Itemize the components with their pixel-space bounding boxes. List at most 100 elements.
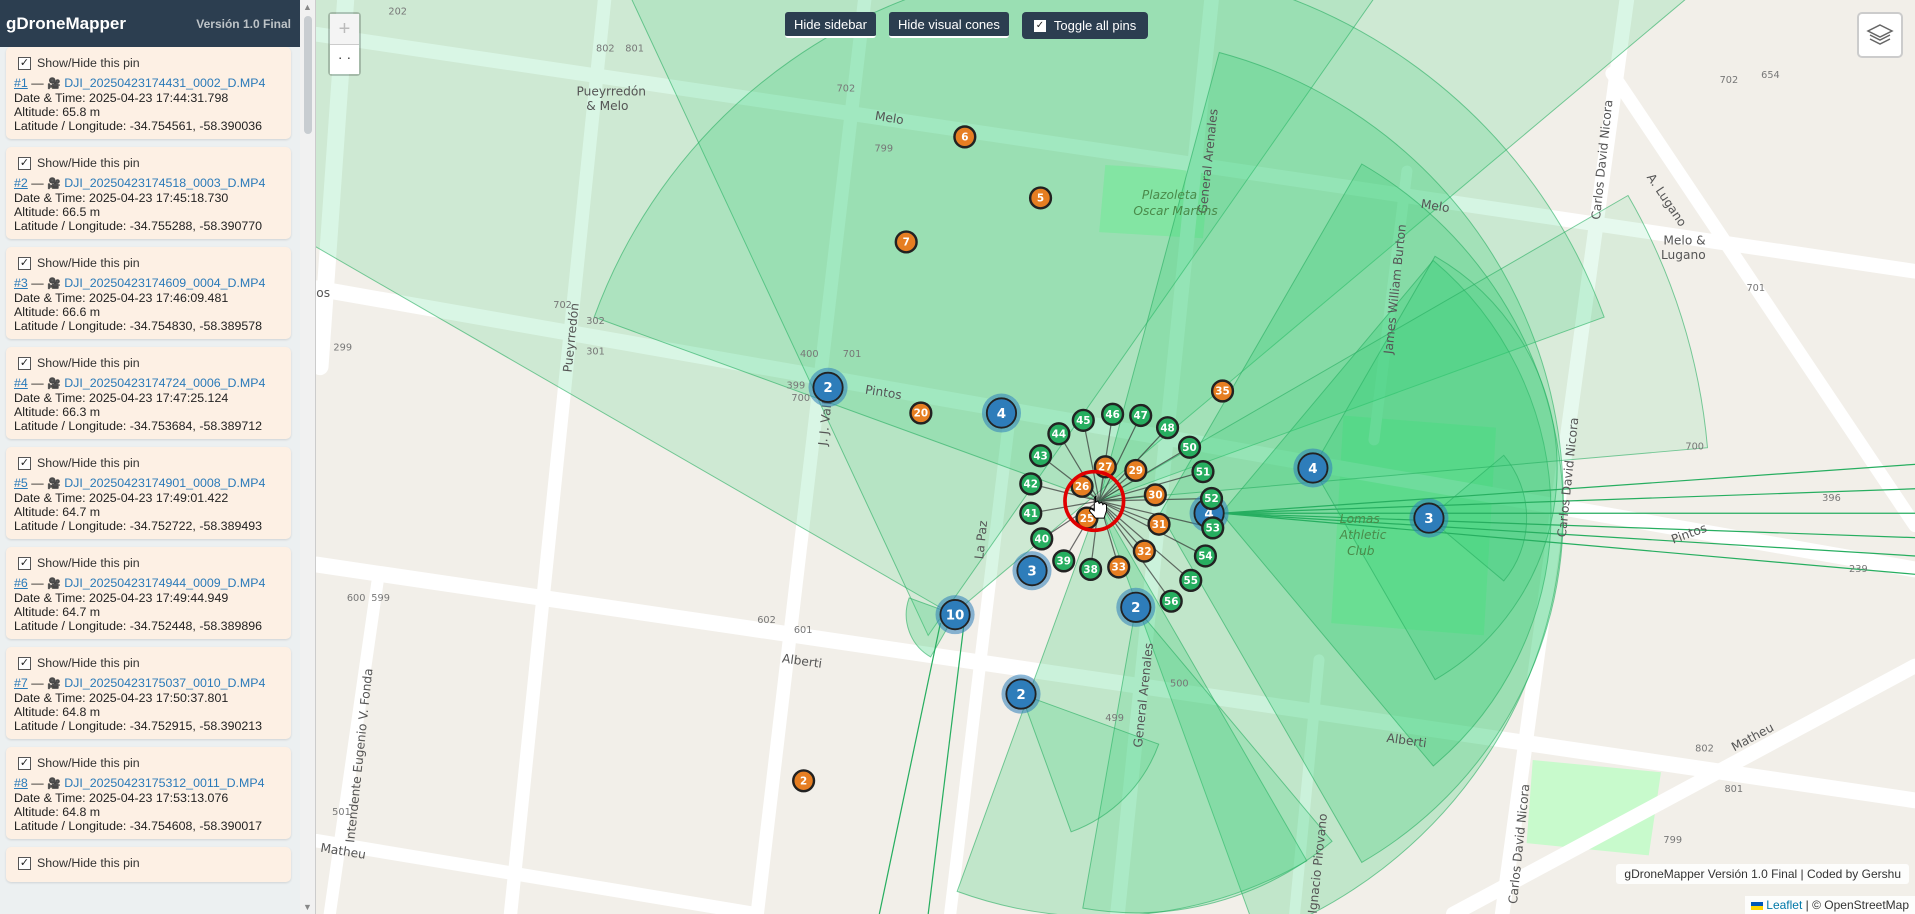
pin-number-link[interactable]: #7: [14, 676, 28, 690]
cluster-marker[interactable]: 3: [1409, 498, 1449, 538]
cluster-marker[interactable]: 4: [1293, 448, 1333, 488]
marker-label: 32: [1137, 546, 1151, 558]
house-number: 301: [586, 346, 605, 357]
pin-file-link[interactable]: DJI_20250423174901_0008_D.MP4: [64, 476, 265, 490]
pin-file-link[interactable]: DJI_20250423174431_0002_D.MP4: [64, 76, 265, 90]
marker-label: 3: [1027, 565, 1036, 580]
pin-file-link[interactable]: DJI_20250423174724_0006_D.MP4: [64, 376, 265, 390]
drone-pin-green[interactable]: 51: [1191, 460, 1215, 484]
hide-visual-cones-button[interactable]: Hide visual cones: [889, 12, 1009, 38]
pin-number-link[interactable]: #3: [14, 276, 28, 290]
drone-pin-orange[interactable]: 2: [792, 769, 816, 793]
drone-pin-orange[interactable]: 33: [1107, 555, 1131, 579]
cluster-marker[interactable]: 4: [981, 393, 1022, 433]
show-hide-pin-toggle[interactable]: ✓ Show/Hide this pin: [14, 754, 283, 772]
leaflet-link[interactable]: Leaflet: [1766, 898, 1802, 912]
drone-pin-green[interactable]: 52: [1199, 486, 1224, 511]
house-number: 601: [794, 625, 813, 636]
show-hide-pin-toggle[interactable]: ✓ Show/Hide this pin: [14, 54, 283, 72]
show-hide-pin-toggle[interactable]: ✓ Show/Hide this pin: [14, 854, 283, 872]
show-hide-pin-toggle[interactable]: ✓ Show/Hide this pin: [14, 654, 283, 672]
house-number: 396: [1822, 493, 1841, 504]
pin-number-link[interactable]: #5: [14, 476, 28, 490]
stop-label: & Melo: [586, 99, 628, 113]
drone-pin-green[interactable]: 50: [1177, 435, 1202, 459]
drone-pin-green[interactable]: 55: [1179, 568, 1203, 593]
show-hide-pin-toggle[interactable]: ✓ Show/Hide this pin: [14, 154, 283, 172]
pin-number-link[interactable]: #6: [14, 576, 28, 590]
drone-pin-green[interactable]: 40: [1030, 527, 1054, 551]
drone-pin-green[interactable]: 53: [1201, 516, 1225, 540]
pin-number-link[interactable]: #2: [14, 176, 28, 190]
drone-pin-green[interactable]: 48: [1155, 416, 1180, 440]
cluster-marker[interactable]: 2: [808, 367, 848, 407]
show-hide-pin-checkbox[interactable]: ✓: [18, 756, 31, 770]
drone-pin-orange[interactable]: 31: [1147, 512, 1171, 536]
drone-pin-green[interactable]: 43: [1028, 444, 1053, 468]
drone-pin-orange[interactable]: 29: [1124, 458, 1148, 483]
stop-label: Melo &: [1663, 233, 1706, 247]
show-hide-pin-checkbox[interactable]: ✓: [18, 56, 31, 70]
zoom-in-button[interactable]: +: [330, 14, 359, 44]
drone-pin-orange[interactable]: 7: [894, 230, 918, 254]
drone-pin-green[interactable]: 44: [1047, 422, 1071, 446]
sidebar-scrollbar[interactable]: ▲ ▼: [300, 0, 316, 914]
drone-pin-orange[interactable]: 30: [1143, 483, 1167, 507]
show-hide-pin-toggle[interactable]: ✓ Show/Hide this pin: [14, 554, 283, 572]
marker-label: 45: [1076, 415, 1090, 427]
show-hide-pin-checkbox[interactable]: ✓: [18, 456, 31, 470]
pin-file-link[interactable]: DJI_20250423174518_0003_D.MP4: [64, 176, 265, 190]
drone-pin-green[interactable]: 54: [1193, 544, 1218, 568]
pin-file-link[interactable]: DJI_20250423175312_0011_D.MP4: [64, 776, 264, 790]
show-hide-pin-checkbox[interactable]: ✓: [18, 356, 31, 370]
drone-pin-green[interactable]: 41: [1019, 501, 1043, 525]
cluster-marker[interactable]: 2: [1116, 587, 1156, 627]
drone-pin-green[interactable]: 42: [1019, 472, 1043, 496]
ukraine-flag-icon: [1751, 901, 1764, 910]
show-hide-pin-label: Show/Hide this pin: [37, 756, 140, 770]
show-hide-pin-checkbox[interactable]: ✓: [18, 256, 31, 270]
marker-label: 44: [1052, 428, 1066, 440]
drone-pin-orange[interactable]: 20: [909, 401, 933, 425]
pin-number-link[interactable]: #4: [14, 376, 28, 390]
show-hide-pin-checkbox[interactable]: ✓: [18, 156, 31, 170]
marker-label: 54: [1198, 551, 1212, 563]
pin-altitude: Altitude: 66.6 m: [14, 305, 101, 319]
pin-number-link[interactable]: #8: [14, 776, 28, 790]
cluster-marker[interactable]: 3: [1012, 551, 1052, 591]
drone-pin-orange[interactable]: 32: [1132, 539, 1156, 563]
drone-pin-orange[interactable]: 35: [1210, 379, 1235, 403]
house-number: 500: [1170, 679, 1189, 690]
pin-number-link[interactable]: #1: [14, 76, 28, 90]
drone-pin-green[interactable]: 46: [1101, 402, 1125, 426]
drone-pin-green[interactable]: 39: [1052, 549, 1076, 573]
show-hide-pin-toggle[interactable]: ✓ Show/Hide this pin: [14, 454, 283, 472]
cluster-marker[interactable]: 2: [1001, 674, 1041, 714]
park-label: Club: [1347, 544, 1375, 558]
show-hide-pin-toggle[interactable]: ✓ Show/Hide this pin: [14, 354, 283, 372]
cluster-marker[interactable]: 10: [935, 595, 975, 635]
hide-sidebar-button[interactable]: Hide sidebar: [785, 12, 876, 38]
zoom-out-button[interactable]: · ·: [330, 44, 359, 74]
show-hide-pin-checkbox[interactable]: ✓: [18, 856, 31, 870]
show-hide-pin-checkbox[interactable]: ✓: [18, 656, 31, 670]
drone-pin-orange[interactable]: 5: [1028, 186, 1053, 210]
show-hide-pin-toggle[interactable]: ✓ Show/Hide this pin: [14, 254, 283, 272]
pin-altitude: Altitude: 64.8 m: [14, 705, 101, 719]
drone-pin-green[interactable]: 56: [1159, 589, 1183, 613]
sidebar: gDroneMapper Versión 1.0 Final ✓ Show/Hid…: [0, 0, 300, 914]
drone-pin-green[interactable]: 47: [1129, 403, 1153, 428]
park-label: Oscar Martins: [1133, 204, 1218, 218]
toggle-all-pins-checkbox[interactable]: ✓: [1033, 19, 1046, 32]
drone-pin-orange[interactable]: 6: [953, 125, 977, 149]
marker-label: 10: [946, 609, 965, 624]
drone-pin-green[interactable]: 38: [1079, 557, 1103, 582]
drone-pin-green[interactable]: 45: [1071, 408, 1095, 432]
show-hide-pin-checkbox[interactable]: ✓: [18, 556, 31, 570]
toggle-all-pins-button[interactable]: ✓ Toggle all pins: [1021, 12, 1149, 39]
pin-file-link[interactable]: DJI_20250423175037_0010_D.MP4: [64, 676, 265, 690]
pin-file-link[interactable]: DJI_20250423174944_0009_D.MP4: [64, 576, 265, 590]
pin-file-link[interactable]: DJI_20250423174609_0004_D.MP4: [64, 276, 265, 290]
house-number: 399: [787, 381, 806, 392]
layers-control-button[interactable]: [1857, 12, 1903, 58]
